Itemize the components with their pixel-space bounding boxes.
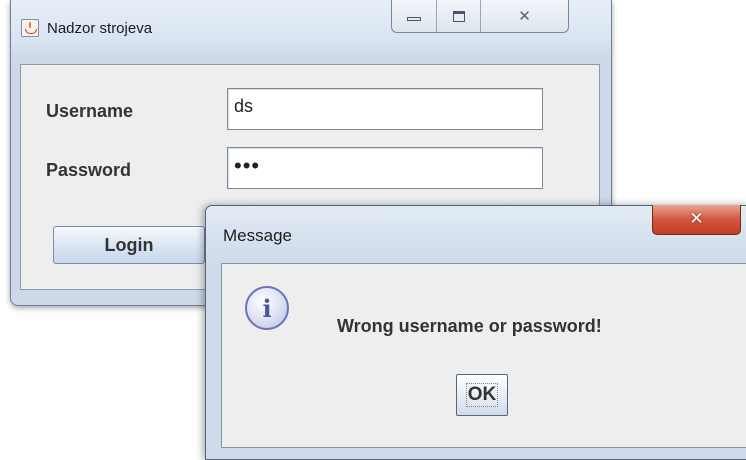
dialog-body: i Wrong username or password! OK bbox=[221, 263, 746, 448]
username-label: Username bbox=[46, 101, 134, 121]
maximize-icon bbox=[452, 10, 465, 22]
password-label: Password bbox=[46, 160, 132, 180]
info-icon: i bbox=[245, 286, 289, 330]
dialog-title: Message bbox=[223, 226, 292, 245]
caption-buttons: ✕ bbox=[391, 0, 569, 33]
dialog-message: Wrong username or password! bbox=[337, 316, 602, 336]
close-icon: ✕ bbox=[689, 209, 704, 229]
maximize-button[interactable] bbox=[436, 0, 480, 32]
password-field[interactable]: ••• bbox=[227, 147, 543, 189]
close-button[interactable]: ✕ bbox=[480, 0, 568, 32]
minimize-icon bbox=[407, 17, 421, 21]
ok-button-label: OK bbox=[465, 383, 499, 407]
username-field[interactable]: ds bbox=[227, 88, 543, 130]
login-button[interactable]: Login bbox=[53, 226, 205, 264]
close-icon: ✕ bbox=[518, 6, 531, 25]
login-window-titlebar: Nadzor strojeva bbox=[21, 14, 152, 42]
minimize-button[interactable] bbox=[392, 0, 436, 32]
info-glyph: i bbox=[262, 293, 272, 323]
java-cup-icon bbox=[21, 19, 39, 37]
window-title: Nadzor strojeva bbox=[47, 19, 153, 37]
dialog-close-button[interactable]: ✕ bbox=[652, 205, 741, 235]
ok-button[interactable]: OK bbox=[456, 374, 508, 416]
message-dialog: Message ✕ i Wrong username or password! … bbox=[205, 205, 746, 460]
